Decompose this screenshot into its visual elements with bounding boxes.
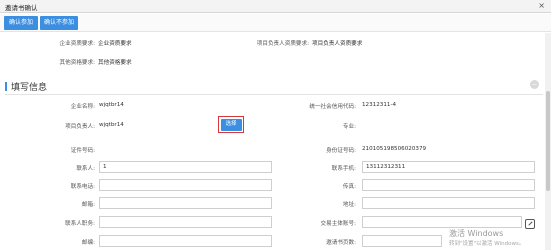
collapse-icon[interactable]: − bbox=[530, 80, 539, 89]
contact-position-input[interactable] bbox=[99, 216, 272, 228]
email-input[interactable] bbox=[99, 197, 272, 209]
close-icon[interactable]: × bbox=[538, 1, 545, 11]
phone-label: 联系电话: bbox=[70, 184, 95, 190]
section-header: 填写信息 bbox=[5, 79, 543, 95]
project-leader-value: wjqtbr14 bbox=[99, 122, 124, 128]
company-name-label: 企业名称: bbox=[70, 104, 95, 110]
phone-input[interactable] bbox=[99, 179, 272, 191]
section-title: 填写信息 bbox=[11, 83, 48, 93]
project-leader-label: 项目负责人: bbox=[65, 124, 95, 130]
dialog-window: 邀请书确认 × 确认参加 确认不参加 企业资质要求: 企业资质要求 项目负责人资… bbox=[0, 0, 551, 250]
edit-icon[interactable] bbox=[525, 219, 535, 229]
invite-count-label: 邀请书页数: bbox=[326, 240, 356, 246]
activation-watermark-title: 激活 Windows bbox=[449, 229, 504, 238]
contact-position-label: 联系人职务: bbox=[65, 221, 95, 227]
section-accent bbox=[5, 82, 7, 91]
leader-requirement-label: 项目负责人资质要求: bbox=[256, 41, 309, 47]
company-name-value: wjqtbr14 bbox=[99, 102, 124, 108]
contact-input[interactable]: 1 bbox=[99, 161, 272, 173]
vertical-scrollbar[interactable] bbox=[545, 33, 551, 250]
mobile-input[interactable]: 13112312311 bbox=[362, 161, 535, 173]
id-no-value: 210105198506020379 bbox=[362, 146, 427, 152]
other-requirement-value: 其他资格要求 bbox=[98, 60, 132, 66]
fax-label: 传真: bbox=[342, 184, 356, 190]
credit-code-value: 12312311-4 bbox=[362, 102, 397, 108]
postcode-label: 邮编: bbox=[81, 240, 95, 246]
select-leader-button-label: 选择 bbox=[220, 118, 242, 131]
address-label: 地址: bbox=[342, 202, 356, 208]
leader-requirement-value: 项目负责人资质要求 bbox=[312, 41, 363, 47]
cert-no-label: 证件号码: bbox=[70, 148, 95, 154]
other-requirement-label: 其他资格要求: bbox=[59, 60, 95, 66]
title-label: 专业: bbox=[342, 124, 356, 130]
confirm-attend-button[interactable]: 确认参加 bbox=[4, 16, 38, 30]
scrollbar-thumb[interactable] bbox=[546, 91, 550, 191]
trade-account-input[interactable] bbox=[362, 216, 522, 228]
window-title: 邀请书确认 bbox=[5, 4, 38, 12]
company-requirement-label: 企业资质要求: bbox=[59, 41, 95, 47]
contact-label: 联系人: bbox=[76, 166, 95, 172]
select-leader-button[interactable]: 选择 bbox=[218, 116, 244, 133]
company-requirement-value: 企业资质要求 bbox=[98, 41, 132, 47]
title-bar: 邀请书确认 × bbox=[0, 0, 551, 13]
postcode-input[interactable] bbox=[99, 235, 272, 247]
credit-code-label: 统一社会信用代码: bbox=[309, 104, 356, 110]
email-label: 邮箱: bbox=[81, 202, 95, 208]
confirm-not-attend-button[interactable]: 确认不参加 bbox=[40, 16, 78, 30]
activation-watermark-hint: 转到"设置"以激活 Windows。 bbox=[449, 241, 525, 247]
trade-account-label: 交易主体账号: bbox=[320, 221, 356, 227]
id-no-label: 身份证号码: bbox=[326, 148, 356, 154]
invite-count-input[interactable] bbox=[362, 235, 442, 247]
toolbar: 确认参加 确认不参加 bbox=[0, 14, 551, 32]
fax-input[interactable] bbox=[362, 179, 535, 191]
address-input[interactable] bbox=[362, 197, 535, 209]
mobile-label: 联系手机: bbox=[331, 166, 356, 172]
